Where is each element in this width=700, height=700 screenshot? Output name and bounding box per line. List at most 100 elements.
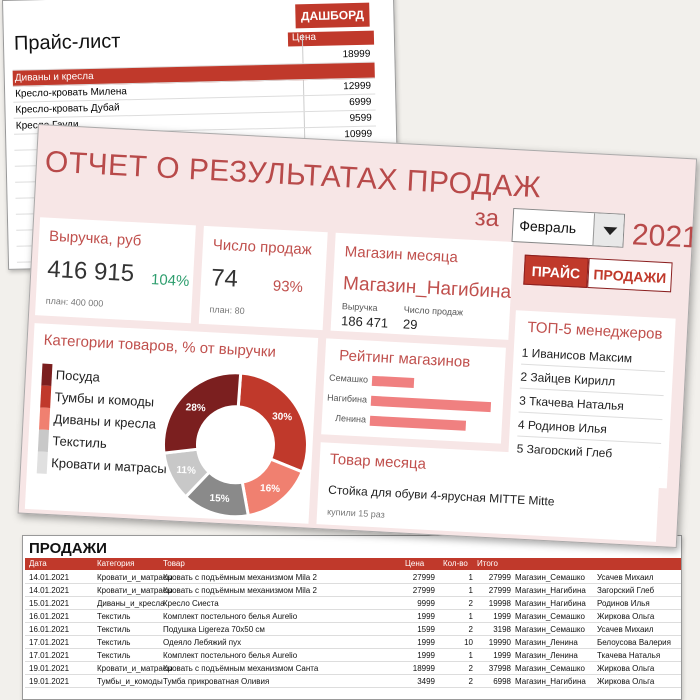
store-count-label: Число продаж [403,304,464,318]
sale-manager: Жиркова Ольга [597,612,655,621]
sale-category: Диваны_и_кресла [97,599,165,608]
sale-qty: 2 [468,625,473,634]
sale-product: Подушка Ligereza 70x50 см [163,625,265,634]
legend-label: Текстиль [52,433,108,452]
sale-category: Текстиль [97,625,131,634]
sale-qty: 1 [468,573,473,582]
legend-item: Диваны и кресла [39,407,156,432]
sales-row[interactable]: 17.01.2021 Текстиль Комплект постельного б… [25,650,681,662]
header-qty[interactable]: Кол-во [443,559,468,568]
sale-store: Магазин_Нагибина [515,677,586,686]
sales-row[interactable]: 14.01.2021 Кровати_и_матрасы Кровать с под… [25,585,681,597]
header-date[interactable]: Дата [29,559,47,568]
sale-date: 19.01.2021 [29,664,70,673]
legend-label: Тумбы и комоды [54,389,155,410]
sales-row[interactable]: 17.01.2021 Текстиль Одеяло Лебяжий пух 1999… [25,637,681,649]
sale-product: Кровать с подъёмным механизмом Mila 2 [163,586,317,595]
price-list-button[interactable]: ПРАЙС [523,254,589,288]
sale-date: 19.01.2021 [29,677,70,686]
header-category[interactable]: Категория [97,559,134,568]
sale-total: 1999 [493,651,511,660]
donut-slice-label: 16% [260,483,281,495]
sales-row[interactable]: 16.01.2021 Текстиль Комплект постельного б… [25,611,681,623]
sales-row[interactable]: 14.01.2021 Кровати_и_матрасы Кровать с под… [25,572,681,584]
store-revenue-label: Выручка [341,301,378,314]
report-title: ОТЧЕТ О РЕЗУЛЬТАТАХ ПРОДАЖ [44,145,543,205]
month-value: Февраль [518,217,577,237]
sale-date: 14.01.2021 [29,586,70,595]
sales-row[interactable]: 15.01.2021 Диваны_и_кресла Кресло Сиеста 99… [25,598,681,610]
sale-category: Текстиль [97,638,131,647]
sale-price: 27999 [412,586,435,595]
month-select[interactable]: Февраль [511,207,626,248]
sale-price: 3499 [417,677,435,686]
sales-title: ПРОДАЖИ [29,540,107,557]
sale-store: Магазин_Семашко [515,612,585,621]
rating-bar [371,375,415,389]
manager-name: 3 Ткачева Наталья [518,393,625,414]
sale-product: Кровать с подъёмным механизмом Mila 2 [163,573,317,582]
price-value: 18999 [342,48,371,61]
store-of-month-card: Магазин месяца Магазин_Нагибина Выручка … [330,232,514,340]
dashboard-button[interactable]: ДАШБОРД [295,2,370,29]
sale-category: Кровати_и_матрасы [97,664,173,673]
revenue-plan: план: 400 000 [45,295,104,309]
sale-price: 1999 [417,638,435,647]
sale-date: 17.01.2021 [29,651,70,660]
sale-qty: 2 [468,599,473,608]
sale-manager: Загорский Глеб [597,586,655,595]
price-column-header[interactable]: Цена [287,30,375,47]
sale-category: Тумбы_и_комоды [97,677,163,686]
legend-swatch [39,407,51,430]
sale-price: 27999 [412,573,435,582]
sale-total: 6998 [493,677,511,686]
rating-bar [369,415,467,431]
manager-name: 4 Родинов Илья [517,417,608,437]
sales-header-row: Дата Категория Товар Цена Кол-во Итого [25,558,681,570]
sales-count-percent: 93% [272,277,304,297]
sale-price: 1999 [417,651,435,660]
sale-manager: Ткачева Наталья [597,651,661,660]
sale-product: Кровать с подъёмным механизмом Санта [163,664,319,673]
manager-name: 2 Зайцев Кирилл [520,369,616,389]
revenue-card: Выручка, руб 416 915 104% план: 400 000 [34,217,196,324]
price-value: 12999 [343,80,372,93]
price-column-label: Цена [291,31,317,44]
header-total[interactable]: Итого [477,559,498,568]
sale-qty: 2 [468,664,473,673]
store-count-value: 29 [402,316,418,333]
sale-date: 17.01.2021 [29,638,70,647]
legend-swatch [40,385,52,409]
sales-count-value: 74 [210,264,239,293]
sales-button[interactable]: ПРОДАЖИ [587,258,673,293]
dropdown-arrow-icon[interactable] [592,213,625,247]
rating-store-label: Нагибина [326,392,368,405]
legend-label: Кровати и матрасы [50,455,168,477]
sale-qty: 10 [464,638,473,647]
sale-qty: 1 [468,651,473,660]
sales-row[interactable]: 16.01.2021 Текстиль Подушка Ligereza 70x50… [25,624,681,636]
sale-category: Текстиль [97,612,131,621]
store-of-month-label: Магазин месяца [344,243,459,267]
sale-date: 16.01.2021 [29,612,70,621]
category-name: Диваны и кресла [14,70,94,84]
legend-item: Текстиль [37,429,107,452]
header-product[interactable]: Товар [163,559,185,568]
sale-product: Комплект постельного белья Aurelio [163,612,298,621]
for-label: за [473,204,500,233]
header-price[interactable]: Цена [405,559,424,568]
sale-product: Кресло Сиеста [163,599,219,608]
revenue-value: 416 915 [46,255,135,288]
donut-slice-label: 15% [209,493,230,505]
sale-price: 1599 [417,625,435,634]
sale-total: 1999 [493,612,511,621]
price-value: 10999 [344,128,373,141]
product-name: Кресло-кровать Дубай [15,102,120,116]
legend-label: Посуда [55,367,101,385]
legend-swatch [36,451,48,474]
sales-row[interactable]: 19.01.2021 Кровати_и_матрасы Кровать с под… [25,663,681,675]
donut-slice-label: 11% [176,465,196,477]
sale-store: Магазин_Нагибина [515,586,586,595]
sale-qty: 1 [468,586,473,595]
sales-row[interactable]: 19.01.2021 Тумбы_и_комоды Тумба прикроватн… [25,676,681,688]
